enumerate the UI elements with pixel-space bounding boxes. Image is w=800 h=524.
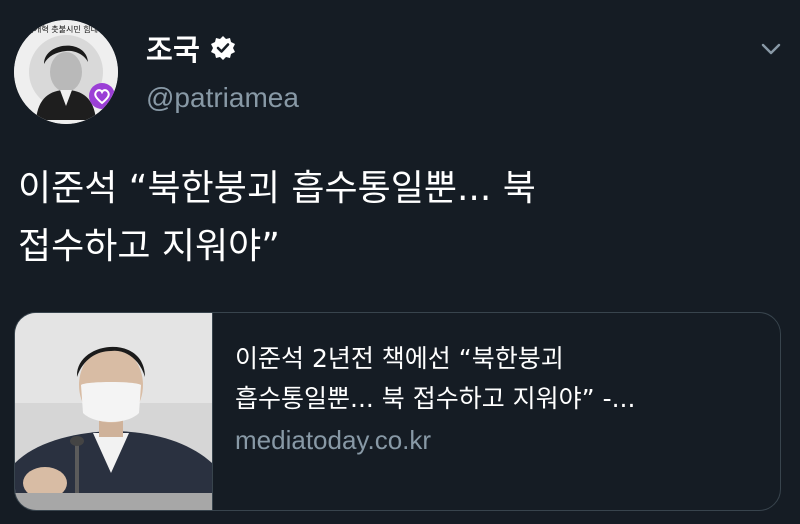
link-title-line: 흡수통일뿐... 북 접수하고 지워야” -...	[235, 384, 636, 413]
link-title-line: 이준석 2년전 책에선 “북한붕괴	[235, 344, 564, 373]
chevron-down-icon[interactable]	[760, 38, 782, 60]
tweet-text-line: 이준석 “북한붕괴 흡수통일뿐... 북	[18, 168, 536, 209]
verified-badge-icon	[210, 35, 236, 61]
link-title: 이준석 2년전 책에선 “북한붕괴 흡수통일뿐... 북 접수하고 지워야” -…	[235, 339, 780, 419]
link-preview-card[interactable]: 이준석 2년전 책에선 “북한붕괴 흡수통일뿐... 북 접수하고 지워야” -…	[14, 312, 781, 511]
tweet-text: 이준석 “북한붕괴 흡수통일뿐... 북 접수하고 지워야”	[18, 160, 778, 276]
author-name-row[interactable]: 조국	[146, 27, 236, 69]
link-preview-body: 이준석 2년전 책에선 “북한붕괴 흡수통일뿐... 북 접수하고 지워야” -…	[213, 313, 780, 510]
avatar[interactable]: 검찰개혁 촛불시민 힘내세요	[14, 20, 118, 124]
link-domain: mediatoday.co.kr	[235, 425, 432, 455]
user-handle[interactable]: @patriamea	[146, 82, 299, 114]
heart-badge-icon	[89, 83, 115, 109]
display-name[interactable]: 조국	[146, 27, 200, 69]
avatar-ring-text: 검찰개혁 촛불시민 힘내세요	[19, 24, 112, 34]
tweet-text-line: 접수하고 지워야”	[18, 226, 280, 267]
article-thumbnail-image	[15, 313, 213, 510]
